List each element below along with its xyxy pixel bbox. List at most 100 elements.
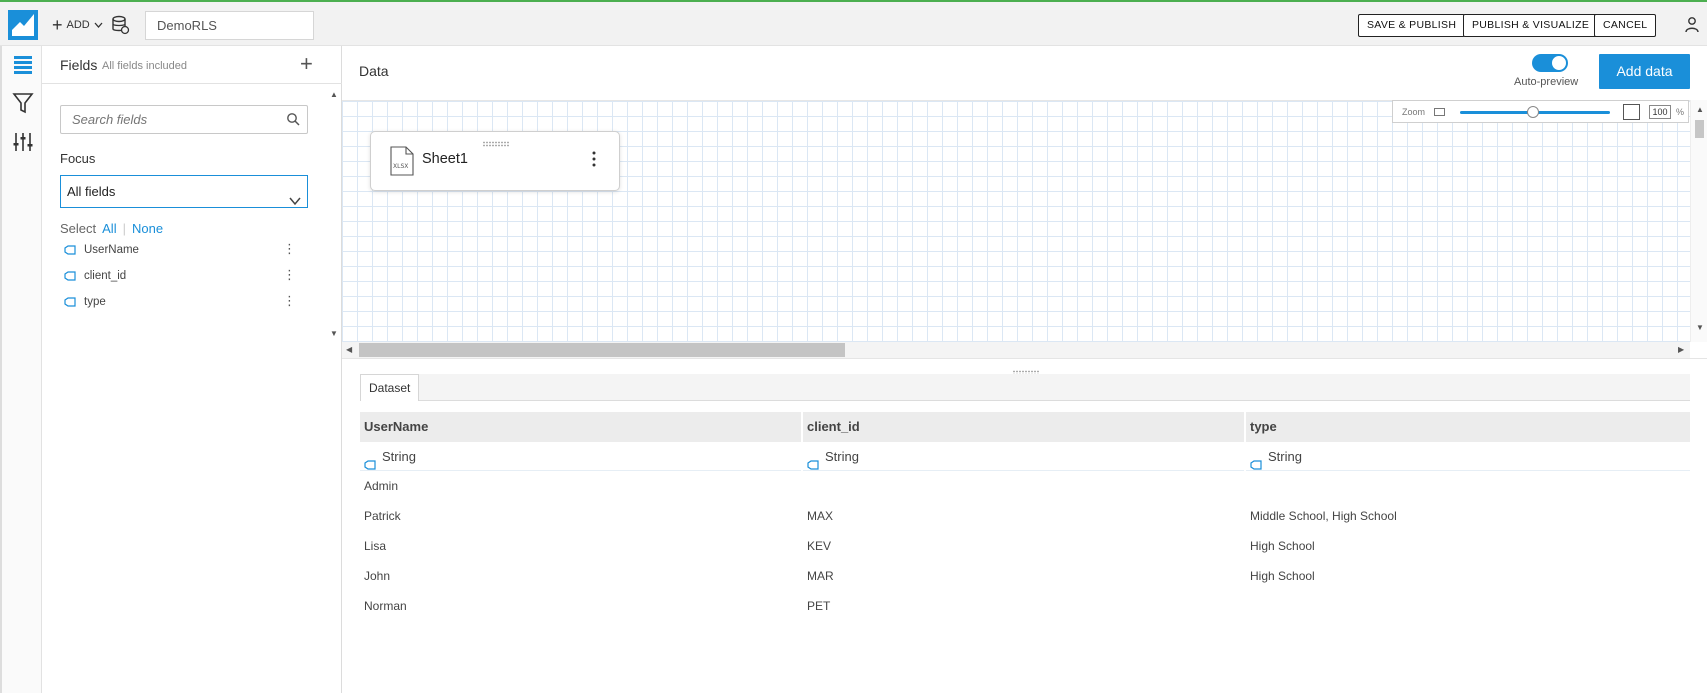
zoom-control: Zoom 100 %: [1392, 100, 1689, 123]
focus-label: Focus: [60, 151, 96, 166]
add-field-button[interactable]: +: [300, 51, 313, 77]
table-cell: John: [364, 569, 391, 583]
data-title: Data: [359, 63, 389, 79]
column-type[interactable]: String: [360, 443, 801, 471]
select-none-link[interactable]: None: [132, 221, 163, 236]
column-header[interactable]: UserName: [360, 412, 801, 442]
fields-list-icon[interactable]: [12, 54, 34, 76]
filter-icon[interactable]: [12, 92, 34, 114]
cancel-button[interactable]: CANCEL: [1594, 14, 1657, 37]
save-publish-button[interactable]: SAVE & PUBLISH: [1358, 14, 1466, 37]
column-type-label: String: [1268, 448, 1302, 464]
search-fields-input[interactable]: [60, 105, 308, 134]
top-bar: + ADD DemoRLS SAVE & PUBLISH PUBLISH & V…: [0, 0, 1707, 46]
scroll-down-arrow-icon[interactable]: ▼: [330, 329, 338, 338]
select-row: Select All | None: [60, 221, 163, 236]
field-menu-icon[interactable]: ⋮: [283, 268, 296, 282]
fields-subtitle: All fields included: [102, 60, 187, 72]
scrollbar-thumb[interactable]: [1695, 120, 1704, 138]
select-label: Select: [60, 221, 97, 236]
publish-visualize-button[interactable]: PUBLISH & VISUALIZE: [1463, 14, 1599, 37]
sheet-menu-icon[interactable]: [591, 149, 597, 169]
user-icon[interactable]: [1684, 16, 1700, 34]
table-cell: Norman: [364, 599, 407, 613]
scroll-up-arrow-icon[interactable]: ▲: [1696, 105, 1704, 114]
table-cell: Lisa: [364, 539, 387, 553]
column-type-label: String: [825, 448, 859, 464]
auto-preview-toggle[interactable]: [1532, 54, 1568, 72]
string-tag-icon: [64, 271, 76, 281]
table-cell: High School: [1250, 539, 1315, 553]
column-type[interactable]: String: [1246, 443, 1690, 471]
table-cell: MAX: [807, 509, 834, 523]
add-menu-button[interactable]: + ADD: [52, 14, 103, 36]
fields-panel: Fields All fields included + Focus All f…: [42, 46, 342, 693]
zoom-value-input[interactable]: 100: [1649, 105, 1671, 119]
table-cell: [803, 471, 807, 501]
field-label: type: [84, 296, 106, 308]
string-tag-icon: [807, 452, 819, 470]
chevron-down-icon: [94, 20, 103, 31]
chevron-down-icon: [289, 186, 301, 206]
scroll-left-arrow-icon[interactable]: ◀: [346, 345, 352, 354]
zoom-slider-thumb[interactable]: [1527, 106, 1539, 118]
xlsx-file-icon: XLSX: [390, 146, 414, 176]
canvas-horizontal-scrollbar[interactable]: ◀ ▶: [342, 342, 1690, 358]
search-icon: [286, 112, 300, 126]
table-cell: KEV: [807, 539, 832, 553]
column-header[interactable]: type: [1246, 412, 1690, 442]
field-label: client_id: [84, 270, 127, 282]
zoom-label: Zoom: [1402, 107, 1426, 117]
drag-grip-icon[interactable]: [482, 134, 510, 147]
column-header[interactable]: client_id: [803, 412, 1244, 442]
table-cell: Admin: [364, 479, 399, 493]
tab-dataset[interactable]: Dataset: [360, 374, 420, 401]
focus-value: All fields: [67, 184, 116, 199]
add-data-button[interactable]: Add data: [1599, 54, 1690, 89]
table-cell: Middle School, High School: [1250, 509, 1397, 523]
string-tag-icon: [64, 297, 76, 307]
scroll-down-arrow-icon[interactable]: ▼: [1696, 323, 1704, 332]
table-cell: [1246, 471, 1250, 501]
zoom-out-icon[interactable]: [1434, 108, 1445, 116]
field-item-username[interactable]: UserName ⋮: [64, 240, 296, 260]
source-sheet-card[interactable]: XLSX Sheet1: [370, 131, 620, 191]
zoom-fit-icon[interactable]: [1623, 104, 1640, 120]
table-cell: [1246, 591, 1250, 621]
auto-preview-label: Auto-preview: [1514, 76, 1579, 88]
select-all-link[interactable]: All: [102, 221, 116, 236]
field-item-client-id[interactable]: client_id ⋮: [64, 266, 296, 286]
dataset-settings-icon[interactable]: [112, 15, 130, 35]
sheet-name: Sheet1: [422, 151, 468, 167]
divider: |: [122, 221, 126, 236]
quicksight-logo-icon[interactable]: [8, 10, 38, 40]
field-item-type[interactable]: type ⋮: [64, 292, 296, 312]
sliders-icon[interactable]: [12, 131, 34, 153]
column-type-label: String: [382, 448, 416, 464]
toggle-knob: [1551, 55, 1567, 71]
field-label: UserName: [84, 244, 139, 256]
column-type[interactable]: String: [803, 443, 1244, 471]
scroll-right-arrow-icon[interactable]: ▶: [1678, 345, 1684, 354]
field-menu-icon[interactable]: ⋮: [283, 242, 296, 256]
file-type-label: XLSX: [393, 163, 408, 170]
dataset-name-input[interactable]: DemoRLS: [145, 11, 314, 40]
string-tag-icon: [364, 452, 376, 470]
fields-header: Fields All fields included +: [42, 46, 342, 84]
table-cell: MAR: [807, 569, 834, 583]
zoom-unit: %: [1676, 107, 1685, 117]
field-menu-icon[interactable]: ⋮: [283, 294, 296, 308]
scrollbar-thumb[interactable]: [359, 343, 845, 357]
string-tag-icon: [64, 245, 76, 255]
drag-grip-icon[interactable]: [1012, 363, 1040, 376]
focus-dropdown[interactable]: All fields: [60, 175, 308, 208]
dataset-tab-bar: Dataset: [360, 374, 1690, 401]
fields-title: Fields: [60, 57, 98, 73]
pane-splitter[interactable]: [342, 358, 1707, 376]
left-icon-rail: [0, 46, 42, 693]
table-cell: Patrick: [364, 509, 401, 523]
plus-icon: +: [52, 15, 63, 35]
scroll-up-arrow-icon[interactable]: ▲: [330, 90, 338, 99]
canvas-vertical-scrollbar[interactable]: ▲ ▼: [1690, 100, 1707, 342]
string-tag-icon: [1250, 452, 1262, 470]
